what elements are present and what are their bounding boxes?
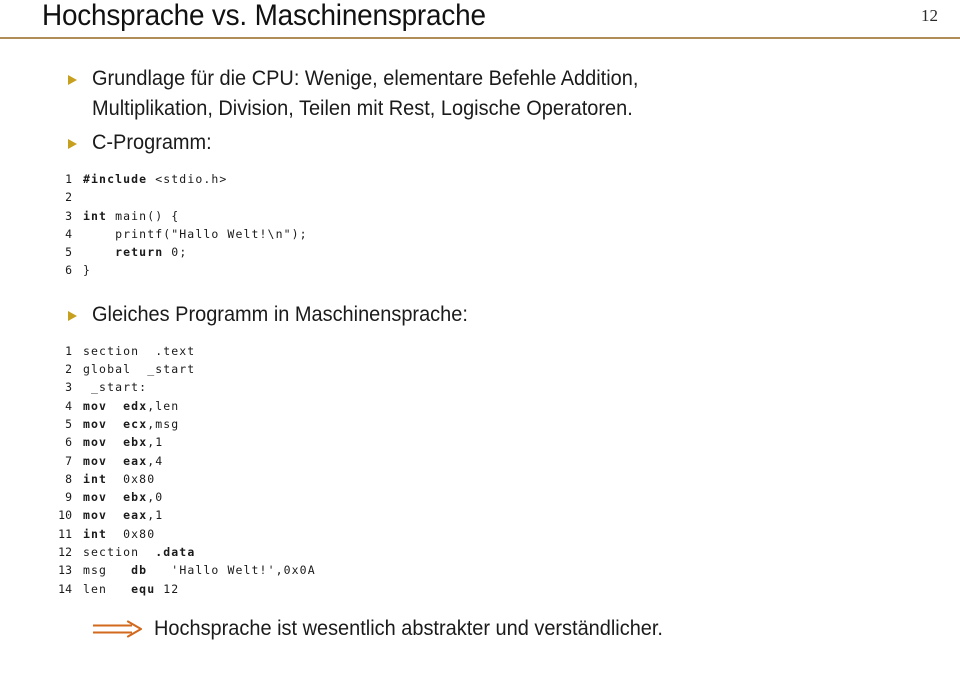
code-line-text: section .text	[83, 343, 196, 358]
slide-body: Grundlage für die CPU: Wenige, elementar…	[0, 64, 960, 642]
bullet-text: Gleiches Programm in Maschinensprache:	[92, 302, 468, 326]
c-code-listing: 1 #include <stdio.h> 2 3 int main() { 4 print…	[46, 170, 960, 280]
triangle-bullet-icon	[68, 310, 78, 321]
code-line-number: 6	[65, 263, 72, 278]
code-line-number: 14	[58, 581, 72, 596]
triangle-bullet-icon	[68, 75, 78, 85]
code-line-number: 3	[65, 380, 72, 395]
assembly-code-line: 14 len equ 12	[46, 580, 960, 598]
code-line-text: int 0x80	[83, 471, 156, 486]
page-number: 12	[921, 6, 938, 25]
implies-right-arrow-icon	[93, 620, 143, 638]
code-line-text: int 0x80	[83, 526, 156, 541]
code-line-text: mov ebx,1	[83, 435, 164, 450]
code-line-text: _start:	[83, 380, 148, 395]
assembly-code-line: 11 int 0x80	[46, 525, 960, 543]
assembly-code-line: 8 int 0x80	[46, 470, 960, 488]
slide-root: { "header": { "title": "Hochsprache vs. …	[0, 0, 960, 676]
slide-header: Hochsprache vs. Maschinensprache 12	[0, 0, 960, 40]
code-line-text: global _start	[83, 362, 196, 377]
c-code-line: 6}	[46, 261, 960, 279]
code-line-number: 1	[65, 172, 72, 186]
code-line-text: len equ 12	[83, 581, 180, 596]
code-line-text: int main() {	[83, 208, 180, 223]
assembly-code-line: 10 mov eax,1	[46, 506, 960, 524]
assembly-code-line: 7 mov eax,4	[46, 452, 960, 470]
code-line-number: 2	[65, 362, 72, 377]
code-line-number: 7	[65, 453, 72, 468]
code-line-text: return 0;	[115, 245, 188, 260]
page-title: Hochsprache vs. Maschinensprache	[42, 0, 486, 32]
c-code-line: 5 return 0;	[46, 243, 960, 261]
code-line-number: 5	[65, 245, 72, 260]
code-line-number: 9	[65, 490, 72, 505]
assembly-code-line: 13 msg db 'Hallo Welt!',0x0A	[46, 561, 960, 579]
code-line-number: 4	[65, 226, 72, 241]
c-code-line: 1 #include <stdio.h>	[46, 170, 960, 188]
bullet-text: C-Programm:	[92, 131, 212, 154]
triangle-bullet-icon	[68, 139, 78, 149]
code-line-number: 11	[58, 526, 72, 541]
code-line-number: 4	[65, 398, 72, 413]
code-line-number: 6	[65, 435, 72, 450]
c-code-line: 4 printf("Hallo Welt!\n");	[46, 225, 960, 243]
assembly-code-line: 5 mov ecx,msg	[46, 415, 960, 433]
assembly-code-line: 3 _start:	[46, 378, 960, 396]
code-line-number: 10	[58, 508, 72, 523]
code-line-text: mov eax,4	[83, 453, 164, 468]
code-line-text: mov ecx,msg	[83, 416, 180, 431]
conclusion-row: Hochsprache ist wesentlich abstrakter un…	[92, 616, 960, 642]
c-code-line: 2	[46, 188, 960, 206]
code-line-number: 2	[65, 190, 72, 205]
code-line-number: 13	[58, 563, 72, 578]
code-line-text: mov eax,1	[83, 508, 164, 523]
code-line-number: 8	[65, 471, 72, 486]
assembly-code-line: 1 section .text	[46, 342, 960, 360]
assembly-code-line: 9 mov ebx,0	[46, 488, 960, 506]
code-line-text: section .data	[83, 545, 196, 560]
code-line-text: mov edx,len	[83, 398, 180, 413]
code-line-text: msg db 'Hallo Welt!',0x0A	[83, 563, 316, 578]
code-line-text: mov ebx,0	[83, 490, 164, 505]
code-line-number: 1	[65, 343, 72, 358]
assembly-code-line: 12 section .data	[46, 543, 960, 561]
code-line-text: printf("Hallo Welt!\n");	[83, 226, 308, 241]
code-line-number: 12	[58, 545, 72, 560]
code-line-text: #include <stdio.h>	[83, 172, 228, 186]
assembly-code-line: 4 mov edx,len	[46, 397, 960, 415]
bullet-item-c-programm: C-Programm:	[0, 128, 960, 158]
bullet-item-grundlage: Grundlage für die CPU: Wenige, elementar…	[0, 64, 960, 124]
bullet-item-maschinensprache: Gleiches Programm in Maschinensprache:	[0, 300, 960, 330]
assembly-code-listing: 1 section .text 2 global _start 3 _start: 4 mo…	[46, 342, 960, 598]
code-line-number: 3	[65, 208, 72, 223]
bullet-text: Grundlage für die CPU: Wenige, elementar…	[92, 67, 639, 120]
c-code-line: 3 int main() {	[46, 207, 960, 225]
header-divider	[0, 37, 960, 39]
assembly-code-line: 2 global _start	[46, 360, 960, 378]
conclusion-text: Hochsprache ist wesentlich abstrakter un…	[154, 616, 663, 640]
code-line-text: }	[83, 263, 92, 278]
assembly-code-line: 6 mov ebx,1	[46, 433, 960, 451]
code-line-number: 5	[65, 416, 72, 431]
